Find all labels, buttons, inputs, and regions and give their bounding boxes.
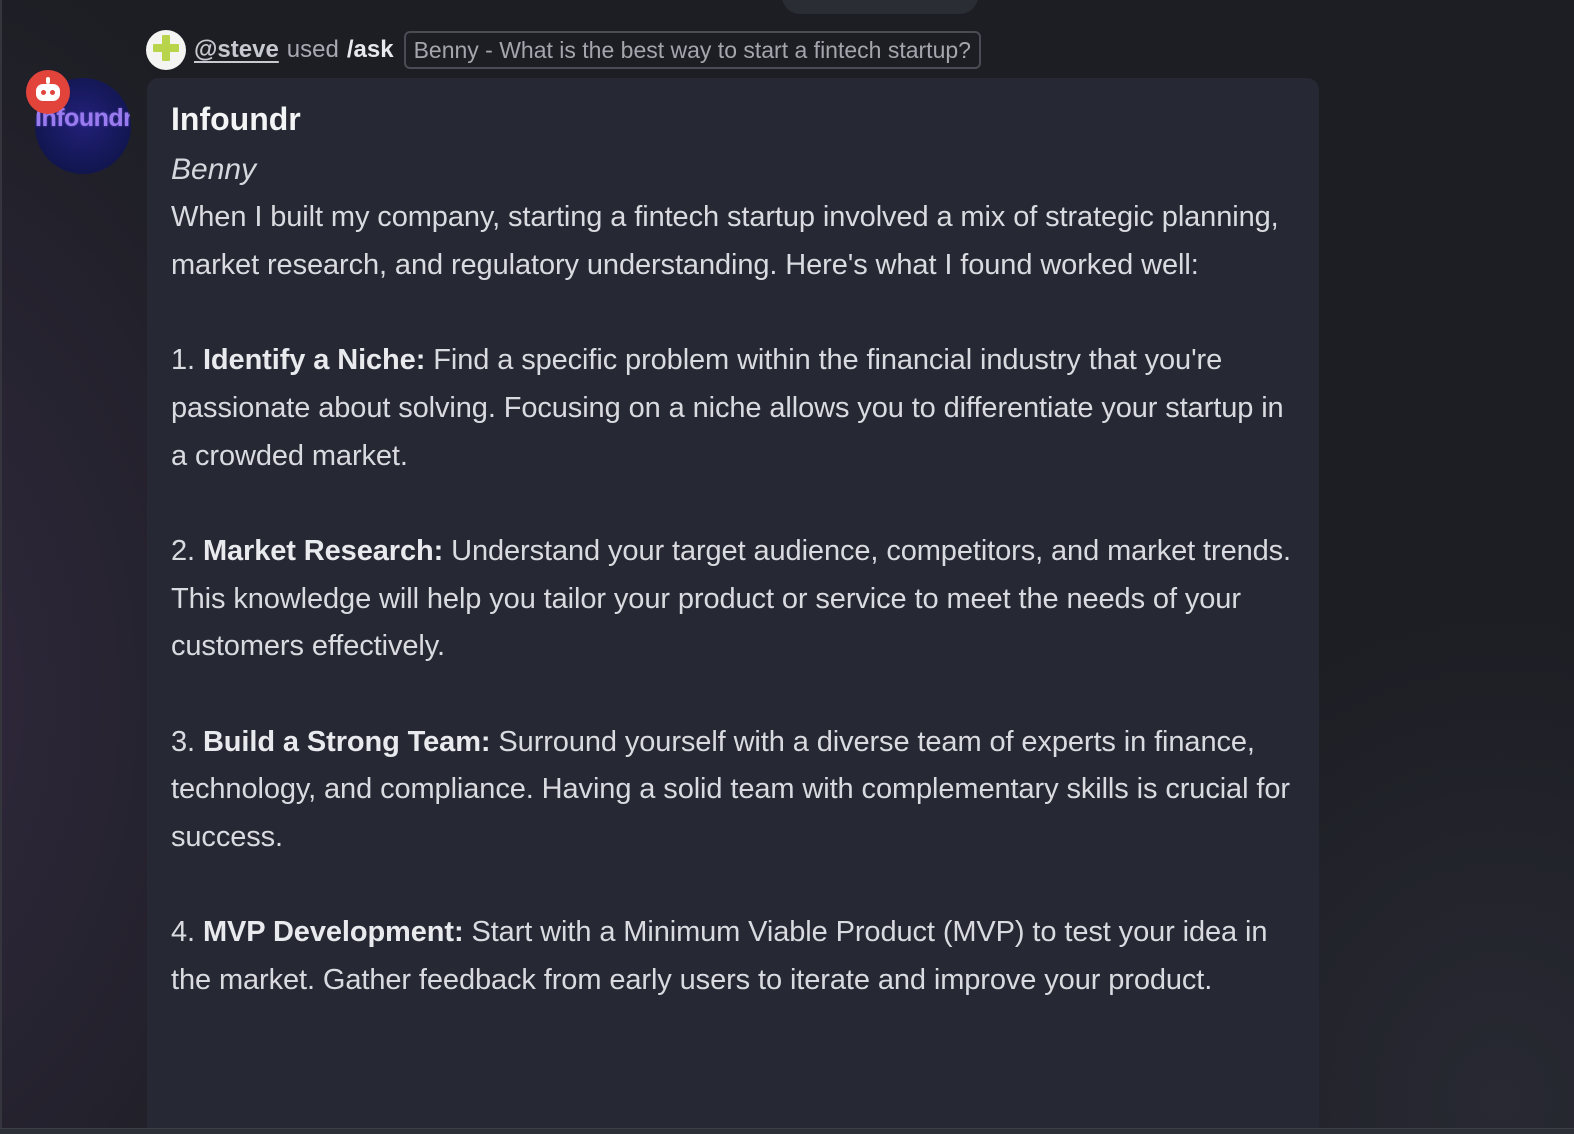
list-item-title: Identify a Niche: xyxy=(202,344,426,377)
chat-viewport: @steve used /ask Benny - What is the bes… xyxy=(0,0,1574,1134)
list-item: 3. Build a Strong Team: Surround yoursel… xyxy=(171,719,1297,862)
list-item-title: MVP Development: xyxy=(202,916,464,949)
bottom-divider xyxy=(0,1128,1574,1134)
message-body: When I built my company, starting a fint… xyxy=(171,194,1297,1005)
list-item-title: Market Research: xyxy=(202,534,444,567)
command-query-chip[interactable]: Benny - What is the best way to start a … xyxy=(403,31,981,69)
bot-name[interactable]: Infoundr xyxy=(171,95,1295,143)
list-item-number: 2. xyxy=(171,534,195,567)
plus-avatar-icon[interactable] xyxy=(146,30,186,70)
command-user-link[interactable]: @steve xyxy=(194,36,279,64)
new-messages-pill[interactable] xyxy=(782,0,978,14)
message-intro: When I built my company, starting a fint… xyxy=(171,201,1279,281)
left-divider xyxy=(0,0,2,1134)
list-item: 4. MVP Development: Start with a Minimum… xyxy=(171,909,1297,1004)
list-item-title: Build a Strong Team: xyxy=(202,725,491,758)
list-item-number: 3. xyxy=(171,725,195,758)
list-item: 2. Market Research: Understand your targ… xyxy=(171,528,1297,671)
list-item-number: 1. xyxy=(171,344,195,377)
command-invocation-row: @steve used /ask Benny - What is the bes… xyxy=(146,29,981,71)
list-item-number: 4. xyxy=(171,916,195,949)
message-card: Infoundr Benny When I built my company, … xyxy=(147,78,1319,1134)
persona-name: Benny xyxy=(171,153,257,186)
robot-icon xyxy=(26,70,70,114)
command-name[interactable]: /ask xyxy=(347,36,394,64)
command-used-text: used xyxy=(286,36,339,63)
list-item: 1. Identify a Niche: Find a specific pro… xyxy=(171,337,1297,480)
